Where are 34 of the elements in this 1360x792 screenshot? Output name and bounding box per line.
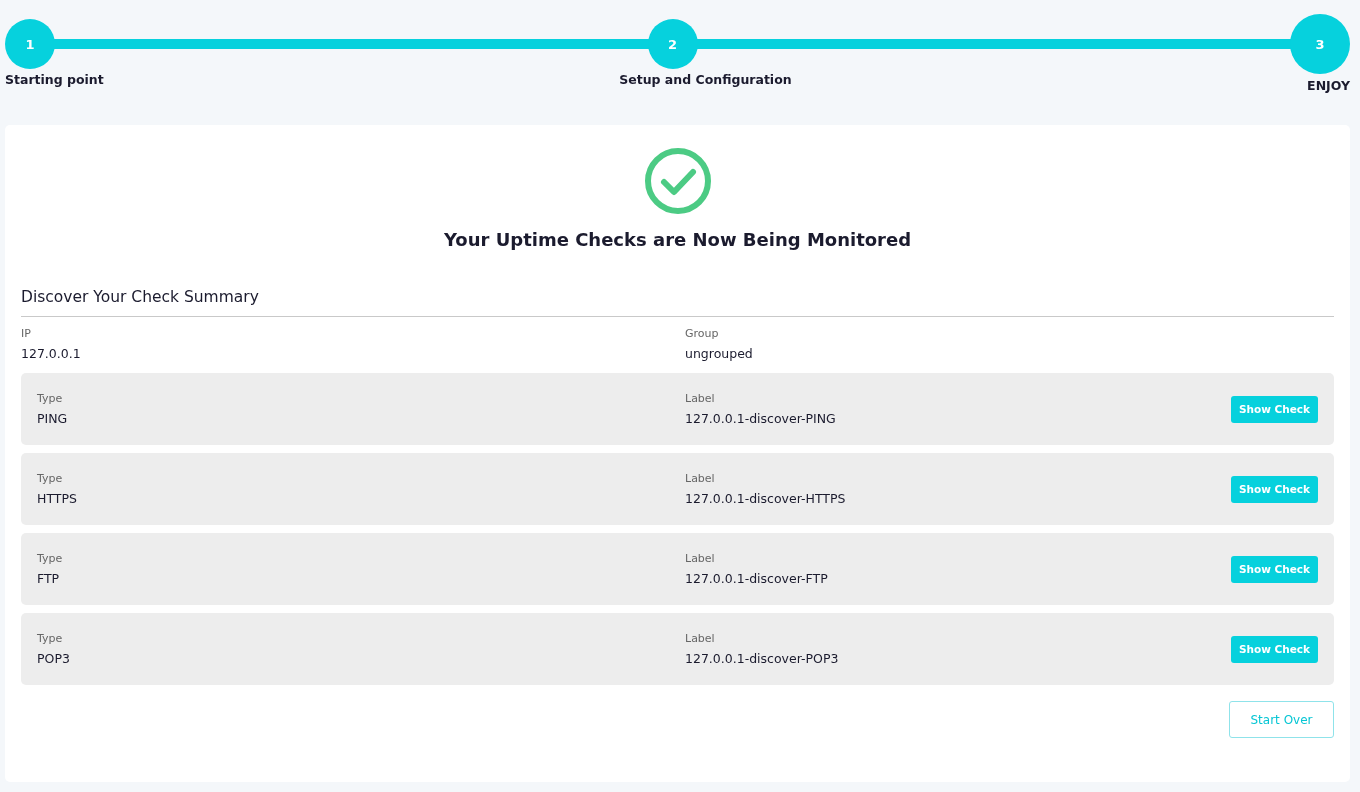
- field-value: PING: [37, 411, 68, 426]
- field-label: Label: [685, 392, 715, 405]
- step-label: Starting point: [5, 72, 104, 87]
- field-value: 127.0.0.1-discover-PING: [685, 411, 836, 426]
- step-circle: 3: [1290, 14, 1350, 74]
- step-circle: 1: [5, 19, 55, 69]
- field-value: 127.0.0.1-discover-FTP: [685, 571, 828, 586]
- field-value: 127.0.0.1-discover-HTTPS: [685, 491, 846, 506]
- show-check-button[interactable]: Show Check: [1230, 475, 1318, 503]
- step-label: ENJOY: [1307, 78, 1350, 93]
- show-check-button[interactable]: Show Check: [1230, 635, 1318, 663]
- field-value: 127.0.0.1-discover-POP3: [685, 651, 839, 666]
- show-check-button[interactable]: Show Check: [1230, 555, 1318, 583]
- field-value: FTP: [37, 571, 60, 586]
- field-label: Label: [685, 552, 715, 565]
- start-over-button[interactable]: Start Over: [1229, 701, 1334, 738]
- step-label: Setup and Configuration: [619, 72, 792, 87]
- field-label: IP: [21, 327, 31, 340]
- field-label: Label: [685, 632, 715, 645]
- field-label: Type: [37, 392, 63, 405]
- field-value: ungrouped: [685, 346, 753, 361]
- show-check-button[interactable]: Show Check: [1230, 395, 1318, 423]
- field-label: Type: [37, 632, 63, 645]
- check-circle-icon: [643, 147, 712, 215]
- step-circle: 2: [647, 19, 698, 69]
- field-value: POP3: [37, 651, 70, 666]
- field-value: 127.0.0.1: [21, 346, 81, 361]
- field-label: Label: [685, 472, 715, 485]
- field-label: Group: [685, 327, 719, 340]
- field-label: Type: [37, 472, 63, 485]
- field-value: HTTPS: [37, 491, 77, 506]
- section-heading: Discover Your Check Summary: [21, 288, 1334, 317]
- success-title: Your Uptime Checks are Now Being Monitored: [442, 229, 913, 250]
- field-label: Type: [37, 552, 63, 565]
